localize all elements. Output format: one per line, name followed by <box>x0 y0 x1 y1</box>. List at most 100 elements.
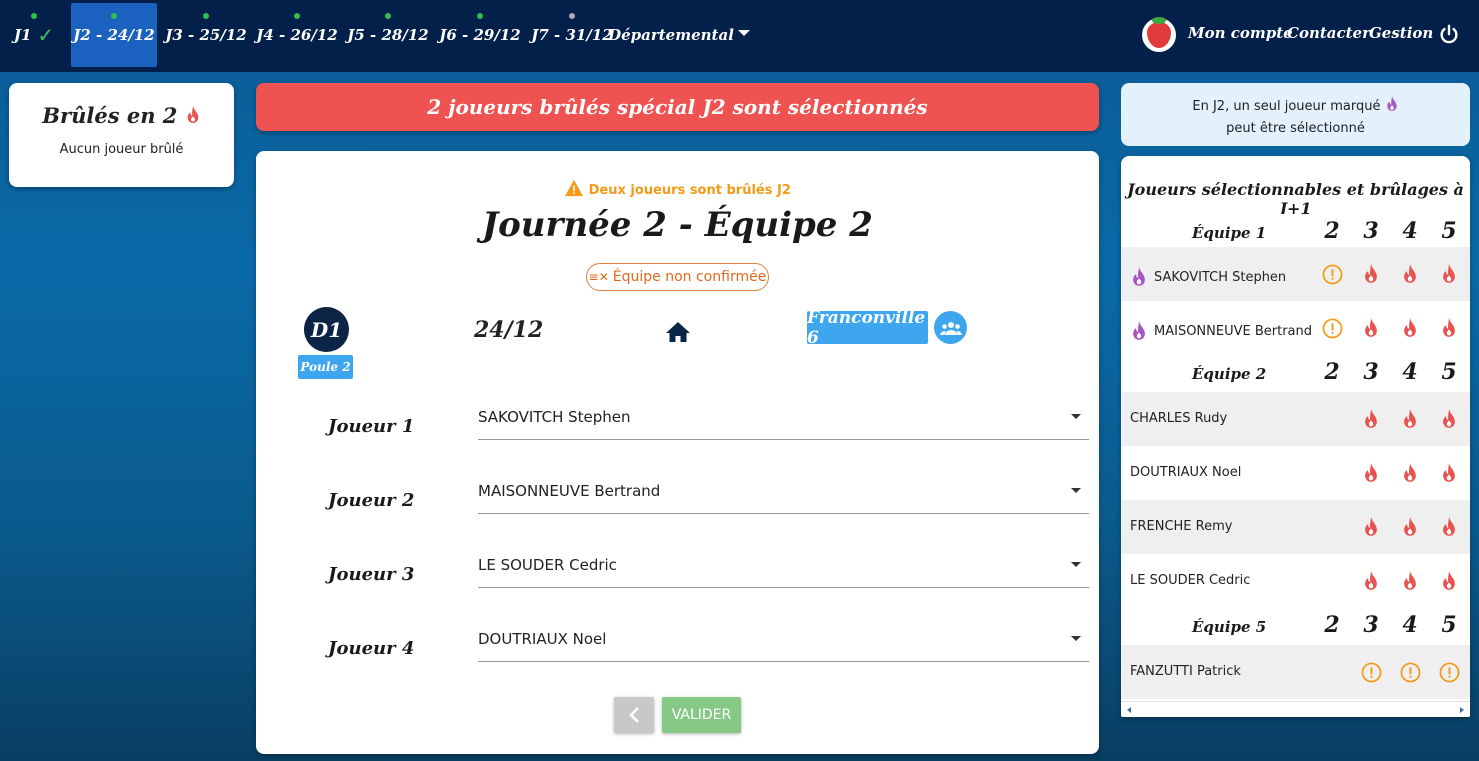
home-icon <box>666 322 690 342</box>
chevron-down-icon <box>1071 636 1081 641</box>
scroll-left-icon[interactable] <box>1127 707 1131 713</box>
scroll-right-icon[interactable] <box>1460 707 1464 713</box>
burned-empty-text: Aucun joueur brûlé <box>59 142 184 157</box>
warning-circle-icon <box>1360 661 1382 683</box>
team-header: Équipe 5 2345 <box>1121 608 1470 648</box>
status-text: Équipe non confirmée <box>612 269 767 285</box>
status-dot <box>203 13 209 19</box>
fire-icon <box>1360 462 1382 484</box>
tab-j1[interactable]: J1 ✓ <box>8 3 60 67</box>
chevron-down-icon <box>1071 488 1081 493</box>
warning-circle-icon <box>1321 317 1343 339</box>
fire-icon <box>187 105 199 123</box>
journee-column-header: 4 <box>1402 218 1418 244</box>
journee-column-header: 3 <box>1363 218 1379 244</box>
selected-player: SAKOVITCH Stephen <box>478 408 631 426</box>
chevron-down-icon <box>1071 562 1081 567</box>
avatar[interactable] <box>1142 17 1176 52</box>
poule-badge: Poule 2 <box>298 355 353 379</box>
journee-column-header: 5 <box>1441 612 1457 638</box>
warning-circle-icon <box>1399 661 1421 683</box>
tab-label: J1 <box>13 26 32 44</box>
tab-j3[interactable]: J3 - 25/12 <box>163 3 249 67</box>
player-4-select[interactable]: DOUTRIAUX Noel <box>478 620 1089 662</box>
tab-label: J3 - 25/12 <box>165 26 247 44</box>
journee-column-header: 5 <box>1441 218 1457 244</box>
tab-label: J2 - 24/12 <box>73 26 155 44</box>
team-header: Équipe 2 2345 <box>1121 355 1470 395</box>
tab-j4[interactable]: J4 - 26/12 <box>254 3 340 67</box>
player-name-text: SAKOVITCH Stephen <box>1154 269 1287 285</box>
status-dot <box>477 13 483 19</box>
player-name-text: FANZUTTI Patrick <box>1130 664 1241 679</box>
status-dot <box>294 13 300 19</box>
player-label: Joueur 2 <box>328 490 415 511</box>
match-date: 24/12 <box>474 317 544 343</box>
horizontal-scrollbar[interactable] <box>1121 701 1470 717</box>
selectable-player-row: LE SOUDER Cedric <box>1121 554 1470 608</box>
selectable-player-row: CHARLES Rudy <box>1121 392 1470 446</box>
burned-warning: Deux joueurs sont brûlés J2 <box>256 179 1099 198</box>
selectable-players-card: Joueurs sélectionnables et brûlages à J+… <box>1121 156 1470 717</box>
fire-icon <box>1438 516 1460 538</box>
journee-column-header: 5 <box>1441 359 1457 385</box>
team-name: Équipe 5 <box>1192 618 1267 636</box>
player-name: CHARLES Rudy <box>1130 411 1227 426</box>
fire-icon <box>1399 408 1421 430</box>
alert-banner: 2 joueurs brûlés spécial J2 sont sélecti… <box>256 83 1099 131</box>
journee-column-header: 2 <box>1324 218 1340 244</box>
top-navbar: J1 ✓ J2 - 24/12 J3 - 25/12 J4 - 26/12 J5 … <box>0 0 1479 72</box>
tab-j2[interactable]: J2 - 24/12 <box>71 3 157 67</box>
player-row-4: Joueur 4 DOUTRIAUX Noel <box>256 620 1099 680</box>
account-link[interactable]: Mon compte <box>1188 24 1293 42</box>
player-label: Joueur 4 <box>328 638 415 659</box>
selectable-player-row: FRENCHE Remy <box>1121 500 1470 554</box>
journee-column-header: 3 <box>1363 612 1379 638</box>
fire-icon <box>1360 570 1382 592</box>
back-button[interactable] <box>614 697 654 733</box>
player-name: LE SOUDER Cedric <box>1130 573 1250 588</box>
tab-j7[interactable]: J7 - 31/12 <box>529 3 615 67</box>
chevron-down-icon <box>1071 414 1081 419</box>
player-3-select[interactable]: LE SOUDER Cedric <box>478 546 1089 588</box>
dept-dropdown[interactable]: Départemental <box>608 3 734 67</box>
warning-icon <box>565 179 584 197</box>
division-badge: D1 <box>304 307 349 352</box>
player-label: Joueur 1 <box>328 416 415 437</box>
player-2-select[interactable]: MAISONNEUVE Bertrand <box>478 472 1089 514</box>
opponent-button[interactable]: Franconville 6 <box>807 308 928 348</box>
warning-circle-icon <box>1321 263 1343 285</box>
fire-icon <box>1438 570 1460 592</box>
fire-icon <box>1399 263 1421 285</box>
tab-j5[interactable]: J5 - 28/12 <box>345 3 431 67</box>
tab-j6[interactable]: J6 - 29/12 <box>437 3 523 67</box>
info-line-1: En J2, un seul joueur marqué <box>1192 99 1381 114</box>
special-fire-icon <box>1130 266 1151 288</box>
special-fire-icon <box>1130 320 1151 342</box>
fire-icon <box>1360 408 1382 430</box>
fire-icon <box>1438 263 1460 285</box>
selected-player: LE SOUDER Cedric <box>478 556 617 574</box>
player-row-3: Joueur 3 LE SOUDER Cedric <box>256 546 1099 606</box>
contact-link[interactable]: Contacter <box>1287 24 1370 42</box>
unconfirmed-status-button[interactable]: ≡✕ Équipe non confirmée <box>586 263 769 291</box>
group-icon <box>939 321 962 335</box>
fire-icon <box>1438 317 1460 339</box>
validate-button[interactable]: VALIDER <box>662 697 741 733</box>
player-1-select[interactable]: SAKOVITCH Stephen <box>478 398 1089 440</box>
team-members-button[interactable] <box>934 311 967 344</box>
chevron-down-icon[interactable] <box>738 30 750 36</box>
fire-icon <box>1438 408 1460 430</box>
player-name-text: CHARLES Rudy <box>1130 411 1228 426</box>
power-icon[interactable] <box>1438 24 1460 46</box>
check-icon: ✓ <box>37 23 55 47</box>
strawberry-icon <box>1147 17 1171 48</box>
manage-link[interactable]: Gestion <box>1369 24 1433 42</box>
status-dot <box>31 13 37 19</box>
team-name: Équipe 2 <box>1192 365 1267 383</box>
selectable-player-row: MAISONNEUVE Bertrand <box>1121 301 1470 355</box>
selectable-player-row: SAKOVITCH Stephen <box>1121 247 1470 301</box>
player-name: FRENCHE Remy <box>1130 519 1232 534</box>
fire-icon <box>1399 317 1421 339</box>
player-name: DOUTRIAUX Noel <box>1130 465 1241 480</box>
